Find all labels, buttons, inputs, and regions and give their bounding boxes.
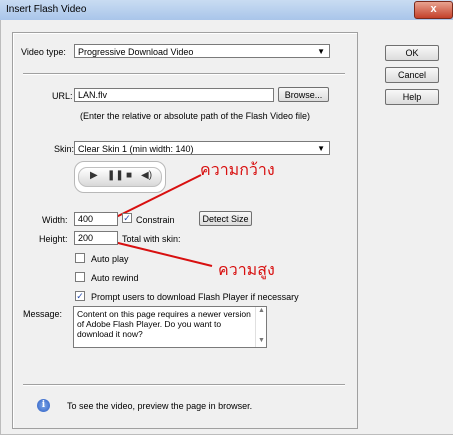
detect-size-button[interactable]: Detect Size	[199, 211, 252, 226]
total-with-skin-label: Total with skin:	[122, 234, 181, 244]
cancel-button[interactable]: Cancel	[385, 67, 439, 83]
auto-rewind-label: Auto rewind	[91, 273, 139, 283]
scroll-down-icon[interactable]: ▼	[258, 337, 265, 344]
prompt-download-label: Prompt users to download Flash Player if…	[91, 292, 299, 302]
width-input[interactable]: 400	[74, 212, 118, 226]
height-label: Height:	[39, 234, 68, 244]
info-icon: i	[37, 399, 50, 412]
divider	[23, 384, 345, 386]
help-button[interactable]: Help	[385, 89, 439, 105]
footer-note: To see the video, preview the page in br…	[67, 401, 253, 411]
prompt-download-checkbox[interactable]: ✓	[75, 291, 85, 301]
message-label: Message:	[23, 309, 63, 319]
width-label: Width:	[42, 215, 68, 225]
auto-rewind-checkbox[interactable]	[75, 272, 85, 282]
auto-play-label: Auto play	[91, 254, 129, 264]
scroll-up-icon[interactable]: ▲	[258, 307, 265, 314]
auto-play-checkbox[interactable]	[75, 253, 85, 263]
height-input[interactable]: 200	[74, 231, 118, 245]
constrain-checkbox[interactable]: ✓	[122, 213, 132, 223]
ok-button[interactable]: OK	[385, 45, 439, 61]
message-textarea[interactable]: Content on this page requires a newer ve…	[73, 306, 267, 348]
constrain-label: Constrain	[136, 215, 175, 225]
message-scrollbar[interactable]: ▲ ▼	[255, 307, 267, 347]
